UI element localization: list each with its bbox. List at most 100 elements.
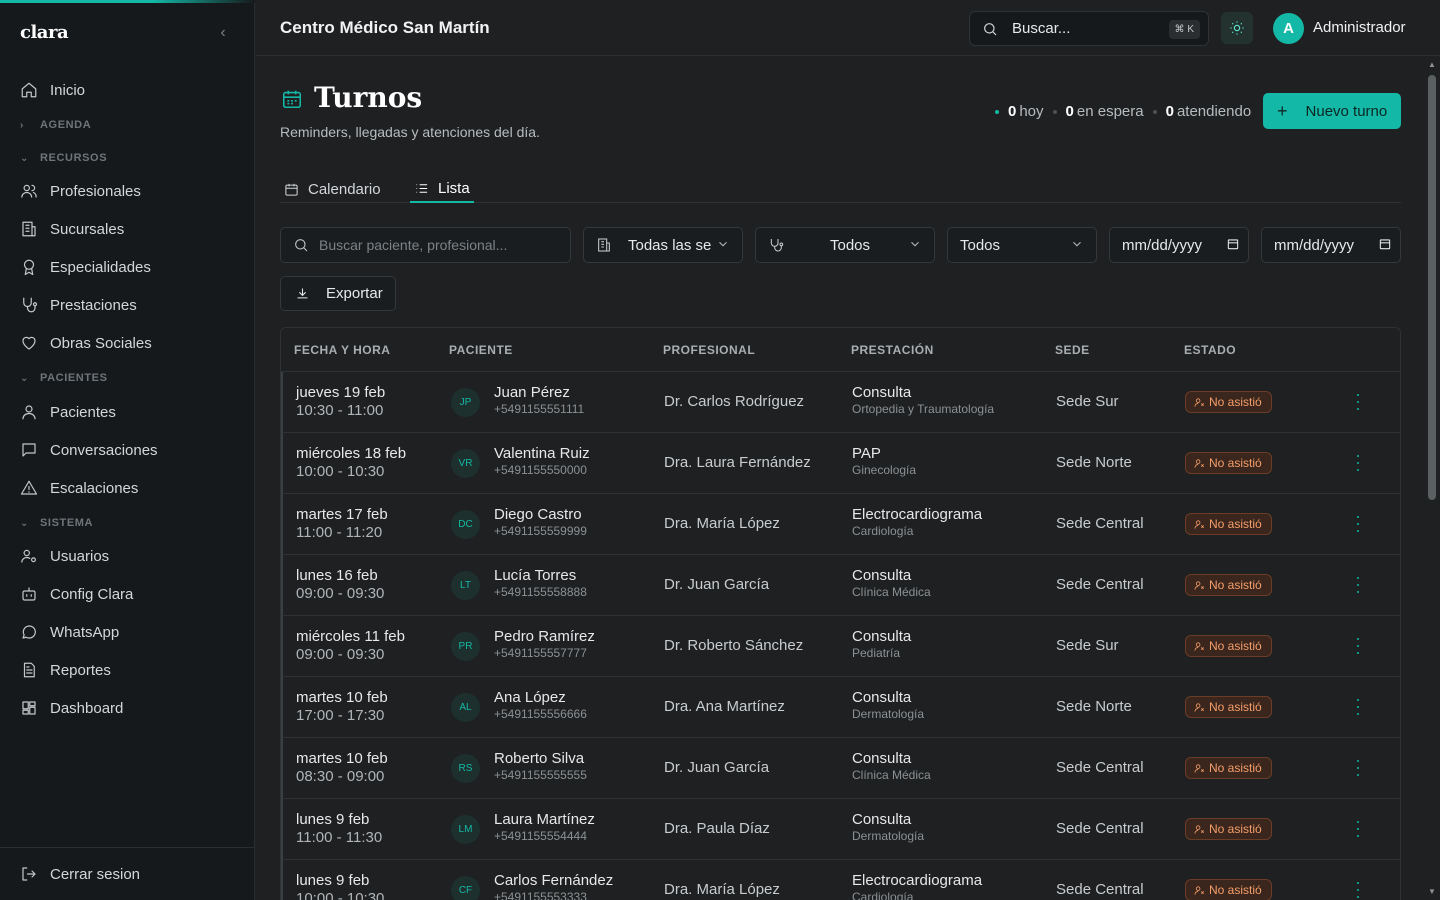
collapse-sidebar-button[interactable]: ‹ xyxy=(214,24,232,42)
patient-info[interactable]: Juan Pérez +5491155551111 xyxy=(494,384,584,416)
row-actions-menu-icon[interactable] xyxy=(1355,699,1361,715)
table-row[interactable]: miércoles 18 feb 10:00 - 10:30 VR Valentina… xyxy=(281,433,1400,494)
patient-name: Roberto Silva xyxy=(494,750,585,767)
site-name: Sede Norte xyxy=(1056,698,1132,715)
scrollbar-thumb[interactable] xyxy=(1428,75,1436,500)
logout-button[interactable]: Cerrar sesion xyxy=(0,856,255,892)
sidebar-item-pacientes[interactable]: Pacientes xyxy=(0,394,255,430)
patient-info[interactable]: Valentina Ruiz +5491155550000 xyxy=(494,445,590,477)
sidebar-item-obras-sociales[interactable]: Obras Sociales xyxy=(0,325,255,361)
patient-info[interactable]: Carlos Fernández +5491155553333 xyxy=(494,872,613,900)
patient-info[interactable]: Diego Castro +5491155559999 xyxy=(494,506,587,538)
appointment-datetime: martes 10 feb 08:30 - 09:00 xyxy=(296,750,388,785)
row-actions-menu-icon[interactable] xyxy=(1355,760,1361,776)
appointment-day: jueves 19 feb xyxy=(296,384,386,401)
status-badge: No asistió xyxy=(1185,452,1272,474)
patient-info[interactable]: Roberto Silva +5491155555555 xyxy=(494,750,587,782)
service-info: Consulta Ortopedia y Traumatología xyxy=(852,384,994,416)
professional-select[interactable]: Todos xyxy=(755,227,935,263)
row-actions-menu-icon[interactable] xyxy=(1355,821,1361,837)
branch-select[interactable]: Todas las se xyxy=(583,227,743,263)
scroll-up-arrow-icon[interactable]: ▲ xyxy=(1427,61,1437,69)
patient-avatar: PR xyxy=(451,632,480,661)
table-row[interactable]: martes 17 feb 11:00 - 11:20 DC Diego Castro… xyxy=(281,494,1400,555)
user-name[interactable]: Administrador xyxy=(1313,19,1406,36)
patient-name: Juan Pérez xyxy=(494,384,570,401)
calendar-icon xyxy=(281,88,303,110)
user-avatar[interactable]: A xyxy=(1273,13,1304,44)
service-name: Consulta xyxy=(852,628,912,645)
table-row[interactable]: jueves 19 feb 10:30 - 11:00 JP Juan Pérez +5… xyxy=(281,372,1400,433)
separator-dot xyxy=(1152,109,1157,114)
row-actions-menu-icon[interactable] xyxy=(1355,455,1361,471)
date-to-value: mm/dd/yyyy xyxy=(1274,236,1355,254)
patient-info[interactable]: Ana López +5491155556666 xyxy=(494,689,587,721)
patient-search-field[interactable] xyxy=(280,227,571,263)
sidebar-item-especialidades[interactable]: Especialidades xyxy=(0,249,255,285)
row-actions-menu-icon[interactable] xyxy=(1355,577,1361,593)
appointment-day: martes 10 feb xyxy=(296,689,388,706)
table-row[interactable]: lunes 9 feb 11:00 - 11:30 LM Laura Martínez… xyxy=(281,799,1400,860)
sidebar-item-inicio[interactable]: Inicio xyxy=(0,72,255,108)
patient-info[interactable]: Laura Martínez +5491155554444 xyxy=(494,811,595,843)
date-to-input[interactable]: mm/dd/yyyy xyxy=(1261,227,1401,263)
new-appointment-label: Nuevo turno xyxy=(1305,102,1388,120)
appointment-datetime: lunes 9 feb 10:00 - 10:30 xyxy=(296,872,384,900)
column-header-paciente[interactable]: PACIENTE xyxy=(449,343,513,357)
tab-calendario[interactable]: Calendario xyxy=(284,175,381,203)
table-row[interactable]: martes 10 feb 17:00 - 17:30 AL Ana López +54… xyxy=(281,677,1400,738)
column-header-fecha[interactable]: FECHA Y HORA xyxy=(294,343,390,357)
page-title: Turnos xyxy=(314,81,423,114)
calendar-icon[interactable] xyxy=(1378,237,1392,251)
row-actions-menu-icon[interactable] xyxy=(1355,638,1361,654)
status-select[interactable]: Todos xyxy=(947,227,1097,263)
column-header-estado[interactable]: ESTADO xyxy=(1184,343,1236,357)
appointment-datetime: miércoles 18 feb 10:00 - 10:30 xyxy=(296,445,406,480)
sidebar-item-escalaciones[interactable]: Escalaciones xyxy=(0,470,255,506)
new-appointment-button[interactable]: + Nuevo turno xyxy=(1263,93,1401,129)
sidebar-item-label: Sucursales xyxy=(50,220,125,238)
row-actions-menu-icon[interactable] xyxy=(1355,882,1361,898)
calendar-icon[interactable] xyxy=(1226,237,1240,251)
patient-phone: +5491155550000 xyxy=(494,463,587,477)
row-actions-menu-icon[interactable] xyxy=(1355,516,1361,532)
theme-toggle-button[interactable] xyxy=(1221,12,1253,44)
tab-lista[interactable]: Lista xyxy=(410,175,474,203)
patient-search-input[interactable] xyxy=(319,237,549,253)
patient-info[interactable]: Pedro Ramírez +5491155557777 xyxy=(494,628,595,660)
service-name: PAP xyxy=(852,445,881,462)
scroll-down-arrow-icon[interactable]: ▼ xyxy=(1427,888,1437,896)
patient-info[interactable]: Lucía Torres +5491155558888 xyxy=(494,567,587,599)
sidebar-item-conversaciones[interactable]: Conversaciones xyxy=(0,432,255,468)
appointment-time: 09:00 - 09:30 xyxy=(296,646,385,663)
date-from-input[interactable]: mm/dd/yyyy xyxy=(1109,227,1249,263)
table-row[interactable]: lunes 16 feb 09:00 - 09:30 LT Lucía Torres +… xyxy=(281,555,1400,616)
sidebar-section-sistema[interactable]: ⌄ SISTEMA xyxy=(20,517,93,529)
table-row[interactable]: miércoles 11 feb 09:00 - 09:30 PR Pedro Ram… xyxy=(281,616,1400,677)
global-search[interactable]: Buscar... ⌘ K xyxy=(969,11,1209,46)
sidebar-item-sucursales[interactable]: Sucursales xyxy=(0,211,255,247)
sidebar-item-profesionales[interactable]: Profesionales xyxy=(0,173,255,209)
appointment-day: miércoles 18 feb xyxy=(296,445,407,462)
tab-label: Calendario xyxy=(308,180,381,198)
sidebar-item-prestaciones[interactable]: Prestaciones xyxy=(0,287,255,323)
sidebar-item-config-clara[interactable]: Config Clara xyxy=(0,576,255,612)
column-header-profesional[interactable]: PROFESIONAL xyxy=(663,343,755,357)
column-header-prestacion[interactable]: PRESTACIÓN xyxy=(851,343,934,357)
patient-name: Laura Martínez xyxy=(494,811,595,828)
sidebar-section-pacientes[interactable]: ⌄ PACIENTES xyxy=(20,372,108,384)
table-row[interactable]: lunes 9 feb 10:00 - 10:30 CF Carlos Fernánd… xyxy=(281,860,1400,900)
page-scrollbar[interactable]: ▲ ▼ xyxy=(1424,57,1440,900)
professional-name: Dr. Roberto Sánchez xyxy=(664,637,804,654)
sidebar-item-usuarios[interactable]: Usuarios xyxy=(0,538,255,574)
table-row[interactable]: martes 10 feb 08:30 - 09:00 RS Roberto Silv… xyxy=(281,738,1400,799)
sidebar-item-dashboard[interactable]: Dashboard xyxy=(0,690,255,726)
sidebar-section-recursos[interactable]: ⌄ RECURSOS xyxy=(20,152,107,164)
export-button[interactable]: Exportar xyxy=(280,276,396,311)
row-actions-menu-icon[interactable] xyxy=(1355,394,1361,410)
sidebar-item-whatsapp[interactable]: WhatsApp xyxy=(0,614,255,650)
sidebar-section-agenda[interactable]: › AGENDA xyxy=(20,119,91,131)
sidebar-item-reportes[interactable]: Reportes xyxy=(0,652,255,688)
site-name: Sede Central xyxy=(1056,759,1144,776)
column-header-sede[interactable]: SEDE xyxy=(1055,343,1090,357)
